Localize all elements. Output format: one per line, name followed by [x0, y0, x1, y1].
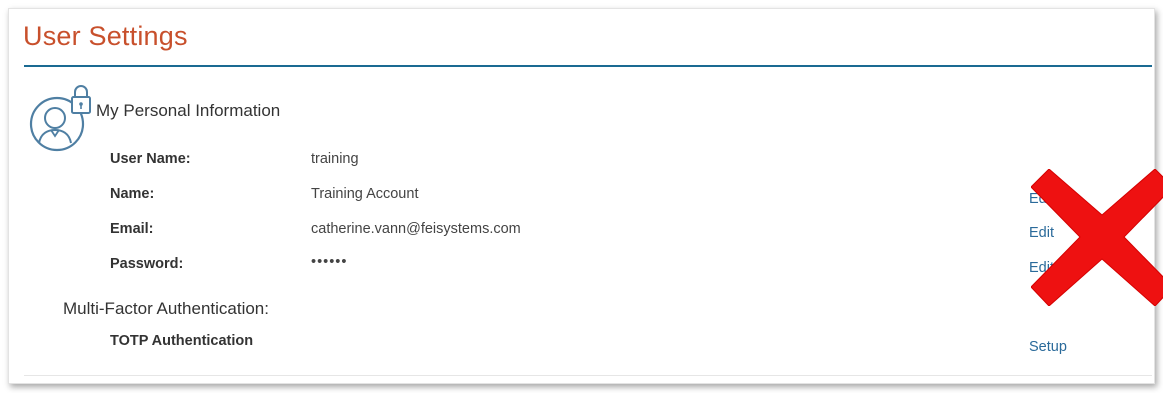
red-x-icon	[1031, 169, 1163, 306]
username-label: User Name:	[110, 151, 191, 167]
username-value: training	[311, 151, 359, 167]
password-value: ••••••	[311, 254, 348, 270]
section-divider	[24, 375, 1152, 376]
personal-info-heading: My Personal Information	[96, 101, 281, 120]
email-label: Email:	[110, 221, 154, 237]
title-divider	[24, 65, 1152, 67]
name-label: Name:	[110, 186, 155, 202]
email-value: catherine.vann@feisystems.com	[311, 221, 521, 237]
totp-setup-link[interactable]: Setup	[1029, 339, 1067, 355]
totp-label: TOTP Authentication	[110, 333, 254, 349]
page-title: User Settings	[23, 21, 188, 51]
password-label: Password:	[110, 256, 184, 272]
user-lock-icon	[29, 85, 91, 152]
name-value: Training Account	[311, 186, 419, 202]
mfa-heading: Multi-Factor Authentication:	[63, 299, 269, 318]
user-settings-panel: User Settings My Personal Information Us…	[8, 8, 1163, 384]
